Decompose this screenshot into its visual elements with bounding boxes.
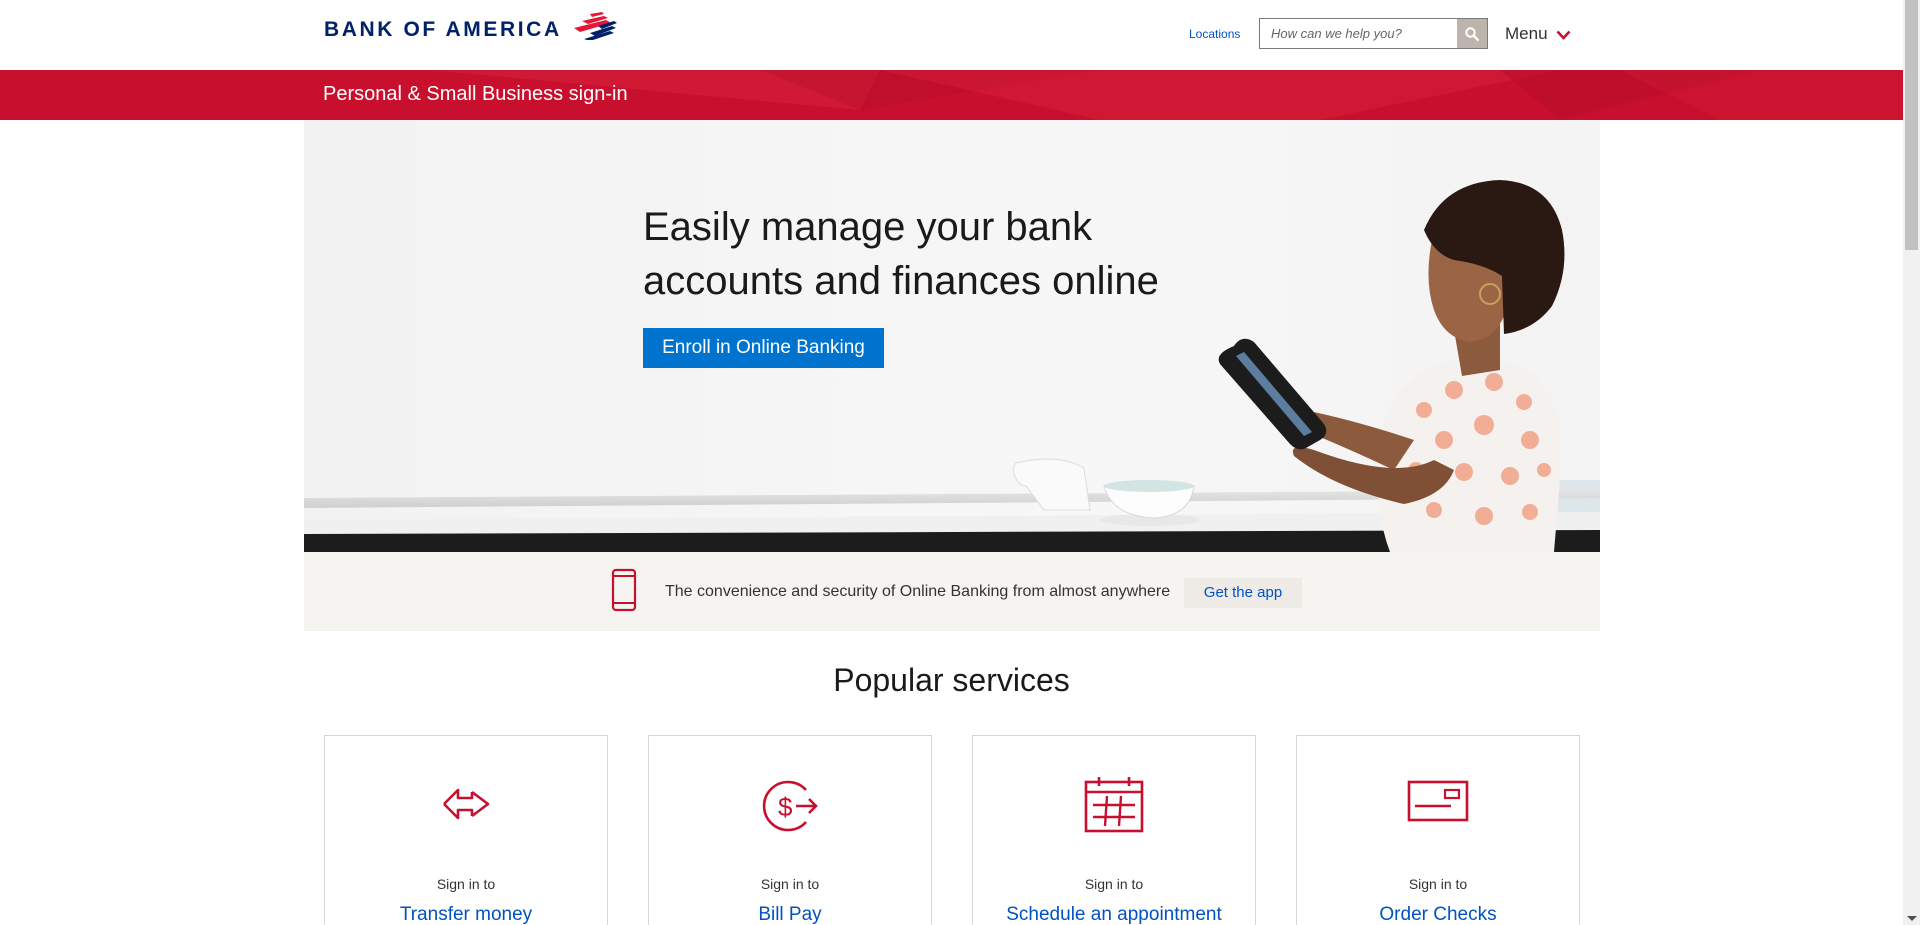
- svg-text:$: $: [778, 792, 793, 822]
- hero-section: Easily manage your bank accounts and fin…: [304, 120, 1600, 552]
- service-card-transfer-money[interactable]: Sign in to Transfer money: [324, 735, 608, 925]
- card-subtitle: Sign in to: [1084, 876, 1144, 892]
- enroll-online-banking-button[interactable]: Enroll in Online Banking: [643, 328, 884, 368]
- bill-pay-link[interactable]: Bill Pay: [649, 904, 931, 925]
- search-button[interactable]: [1457, 19, 1487, 48]
- logo-wordmark: BANK OF AMERICA: [324, 18, 562, 41]
- transfer-icon: [443, 788, 490, 820]
- hero-headline: Easily manage your bank accounts and fin…: [643, 205, 1159, 303]
- scrollbar-thumb[interactable]: [1905, 0, 1918, 250]
- page-scrollbar[interactable]: [1903, 0, 1920, 925]
- search-input[interactable]: [1260, 19, 1458, 48]
- bill-pay-icon: $: [762, 780, 818, 832]
- card-subtitle: Sign in to: [760, 876, 820, 892]
- app-promo-text: The convenience and security of Online B…: [665, 583, 1171, 600]
- popular-services-heading: Popular services: [833, 662, 1070, 698]
- service-card-schedule-appointment[interactable]: Sign in to Schedule an appointment: [972, 735, 1256, 925]
- flag-logo-icon: [573, 12, 617, 40]
- mobile-phone-icon: [611, 568, 637, 612]
- page-title: Personal & Small Business sign-in: [323, 83, 628, 105]
- service-card-order-checks[interactable]: Sign in to Order Checks: [1296, 735, 1580, 925]
- signin-banner: Personal & Small Business sign-in: [0, 70, 1903, 120]
- chevron-down-icon: [1556, 30, 1570, 40]
- bank-logo[interactable]: BANK OF AMERICA: [324, 12, 620, 42]
- card-subtitle: Sign in to: [1408, 876, 1468, 892]
- service-card-bill-pay[interactable]: $ Sign in to Bill Pay: [648, 735, 932, 925]
- app-promo-strip: The convenience and security of Online B…: [304, 552, 1600, 631]
- schedule-appointment-link[interactable]: Schedule an appointment: [973, 904, 1255, 925]
- get-the-app-link[interactable]: Get the app: [1184, 578, 1302, 608]
- menu-label: Menu: [1505, 24, 1548, 43]
- search-icon: [1465, 26, 1479, 41]
- hero-image: [304, 180, 1600, 552]
- check-icon: [1407, 780, 1469, 822]
- transfer-money-link[interactable]: Transfer money: [325, 904, 607, 925]
- search-box: [1259, 18, 1488, 49]
- locations-link[interactable]: Locations: [1189, 27, 1240, 41]
- calendar-icon: [1084, 777, 1144, 833]
- order-checks-link[interactable]: Order Checks: [1297, 904, 1579, 925]
- site-header: BANK OF AMERICA Locations How can we hel…: [0, 0, 1903, 70]
- menu-button[interactable]: Menu: [1505, 24, 1571, 44]
- card-subtitle: Sign in to: [436, 876, 496, 892]
- banner-pattern: [430, 70, 1903, 120]
- page: BANK OF AMERICA Locations How can we hel…: [0, 0, 1903, 925]
- scroll-down-arrow-icon[interactable]: [1907, 916, 1917, 921]
